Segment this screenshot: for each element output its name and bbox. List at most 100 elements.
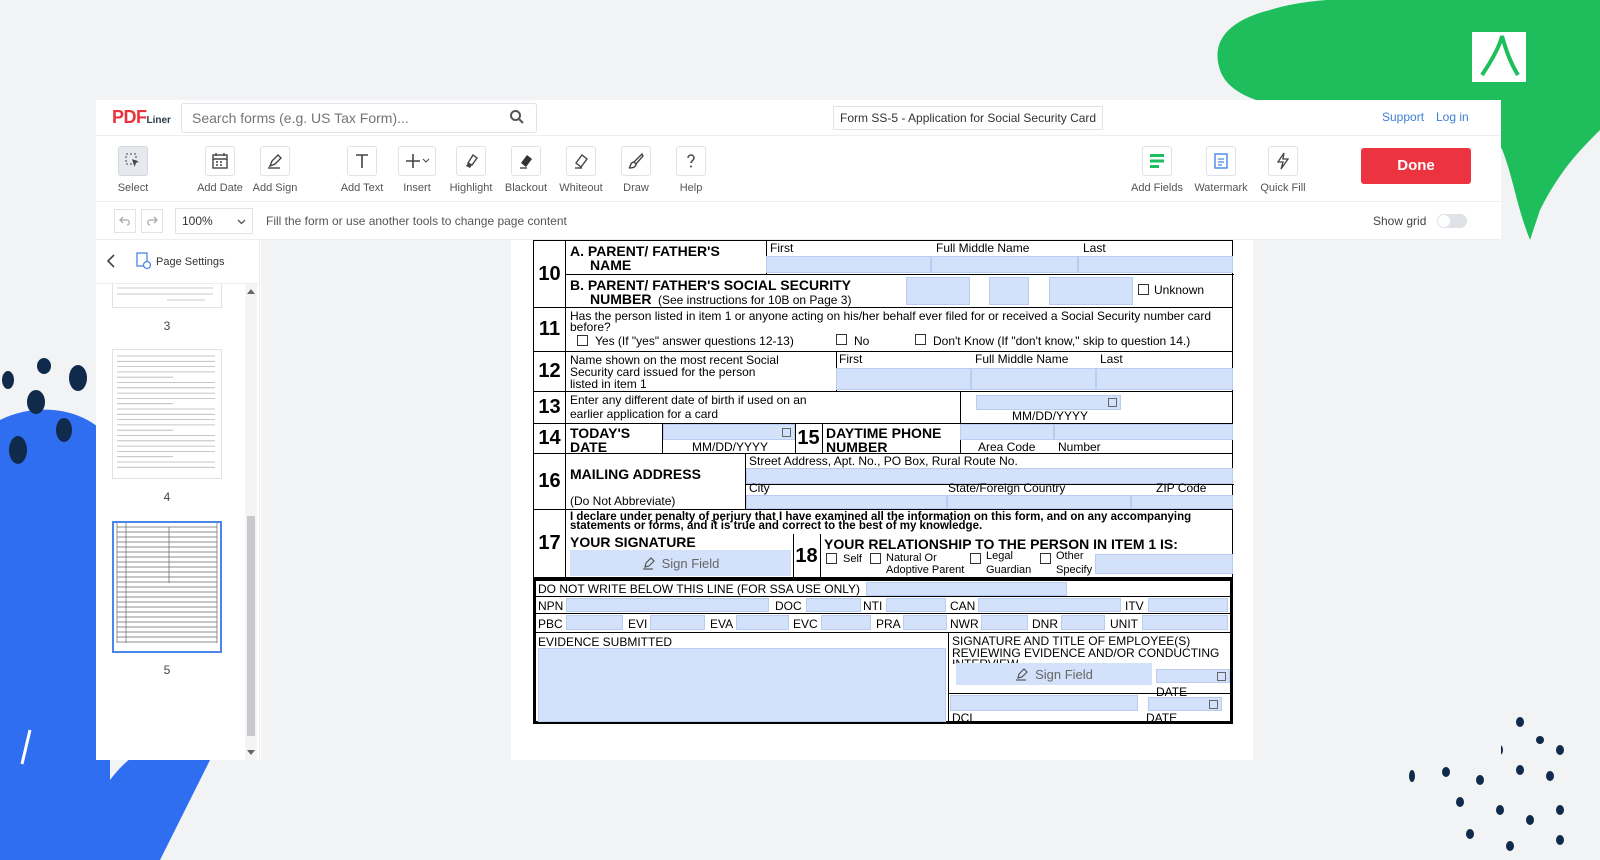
insert-tool[interactable]: Insert <box>387 146 447 194</box>
yes-checkbox[interactable] <box>577 335 588 346</box>
blackout-tool[interactable]: Blackout <box>496 146 556 194</box>
guardian-checkbox[interactable] <box>970 553 981 564</box>
page-thumbnail-3[interactable] <box>112 284 222 308</box>
ssn-part2-field[interactable] <box>989 277 1029 305</box>
todays-date-field[interactable] <box>663 424 795 440</box>
ssa-header-field[interactable] <box>866 582 1067 596</box>
evidence-field[interactable] <box>538 648 946 722</box>
diff-dob-field[interactable] <box>976 395 1121 410</box>
nti-field[interactable] <box>886 598 946 612</box>
whiteout-label: Whiteout <box>559 182 603 194</box>
self-checkbox[interactable] <box>826 553 837 564</box>
daytime-phone-label: DAYTIME PHONE <box>826 425 942 441</box>
yes-label: Yes (If "yes" answer questions 12-13) <box>595 334 794 348</box>
redo-button[interactable] <box>141 209 163 233</box>
calendar-icon[interactable] <box>1217 672 1226 681</box>
add-date-tool[interactable]: Add Date <box>190 146 250 194</box>
watermark-tool[interactable]: Watermark <box>1191 146 1251 194</box>
filed-before-question-2: before? <box>570 320 611 334</box>
unit-field[interactable] <box>1142 615 1228 630</box>
no-checkbox[interactable] <box>836 334 847 345</box>
prev-first-name-field[interactable] <box>836 368 971 390</box>
pdf-page: 10 A. PARENT/ FATHER'S NAME First Full M… <box>511 240 1253 760</box>
calendar-icon[interactable] <box>1108 398 1117 407</box>
evi-field[interactable] <box>650 615 705 630</box>
employee-date-field[interactable] <box>1156 669 1230 683</box>
area-code-field[interactable] <box>960 424 1054 440</box>
page-settings-button[interactable]: Page Settings <box>136 252 225 270</box>
select-tool[interactable]: Select <box>103 146 163 194</box>
search-icon[interactable] <box>509 109 525 125</box>
city-field[interactable] <box>746 495 947 509</box>
unknown-checkbox[interactable] <box>1138 284 1149 295</box>
add-sign-tool[interactable]: Add Sign <box>245 146 305 194</box>
quick-fill-tool[interactable]: Quick Fill <box>1253 146 1313 194</box>
no-abbrev-label: (Do Not Abbreviate) <box>570 494 676 508</box>
highlight-tool[interactable]: Highlight <box>441 146 501 194</box>
itv-field[interactable] <box>1148 598 1228 612</box>
help-tool[interactable]: Help <box>661 146 721 194</box>
parent-checkbox[interactable] <box>870 553 881 564</box>
whiteout-tool[interactable]: Whiteout <box>551 146 611 194</box>
add-fields-tool[interactable]: Add Fields <box>1127 146 1187 194</box>
date-label-2: DATE <box>1146 711 1178 725</box>
employee-sign-field[interactable]: Sign Field <box>956 663 1152 685</box>
filed-before-question: Has the person listed in item 1 or anyon… <box>570 309 1212 323</box>
login-link[interactable]: Log in <box>1436 110 1469 124</box>
calendar-icon[interactable] <box>782 428 791 437</box>
prev-middle-name-field[interactable] <box>971 368 1096 390</box>
dcl-field[interactable] <box>950 695 1138 711</box>
calendar-icon[interactable] <box>1209 700 1218 709</box>
sidebar-scrollbar[interactable] <box>245 284 257 760</box>
eva-field[interactable] <box>736 615 789 630</box>
undo-button[interactable] <box>114 209 136 233</box>
done-button[interactable]: Done <box>1361 148 1471 184</box>
todays-date-label-2: DATE <box>570 439 608 455</box>
applicant-sign-field[interactable]: Sign Field <box>570 550 791 576</box>
page-thumbnail-4[interactable] <box>112 349 222 479</box>
ssa-use-section: DO NOT WRITE BELOW THIS LINE (FOR SSA US… <box>533 578 1233 724</box>
doc-field[interactable] <box>806 598 861 612</box>
other-specify-field[interactable] <box>1095 554 1233 574</box>
phone-number-field[interactable] <box>1054 424 1233 440</box>
show-grid-toggle[interactable] <box>1437 214 1467 228</box>
prev-last-name-field[interactable] <box>1096 368 1233 390</box>
pra-field[interactable] <box>903 615 947 630</box>
support-link[interactable]: Support <box>1382 110 1424 124</box>
dnr-field[interactable] <box>1061 615 1105 630</box>
item-number: 10 <box>534 241 566 307</box>
search-input[interactable] <box>181 103 537 133</box>
evc-field[interactable] <box>821 615 871 630</box>
zoom-select[interactable]: 100% <box>175 208 253 234</box>
parent-last-name-field[interactable] <box>1078 256 1233 273</box>
page-number-4: 4 <box>163 490 171 504</box>
parent-name-label: A. PARENT/ FATHER'S <box>570 243 720 259</box>
form-row-17-18: 17 I declare under penalty of perjury th… <box>533 510 1233 578</box>
ssn-part1-field[interactable] <box>906 277 970 305</box>
draw-tool[interactable]: Draw <box>606 146 666 194</box>
scrollbar-thumb[interactable] <box>247 516 255 736</box>
npn-field[interactable] <box>566 598 769 612</box>
collapse-sidebar-button[interactable] <box>106 254 116 273</box>
form-row-13: 13 Enter any different date of birth if … <box>533 392 1233 424</box>
dont-know-checkbox[interactable] <box>915 334 926 345</box>
page-thumbnail-5[interactable] <box>112 521 222 653</box>
page-number-3: 3 <box>163 319 171 333</box>
ssn-part3-field[interactable] <box>1049 277 1133 305</box>
can-field[interactable] <box>978 598 1121 612</box>
add-text-tool[interactable]: Add Text <box>332 146 392 194</box>
other-checkbox[interactable] <box>1040 553 1051 564</box>
dcl-date-field[interactable] <box>1148 697 1222 711</box>
unit-label: UNIT <box>1110 617 1138 631</box>
state-field[interactable] <box>947 495 1131 509</box>
eva-label: EVA <box>710 617 734 631</box>
parent-middle-name-field[interactable] <box>931 256 1078 273</box>
app-window: PDFLiner Form SS-5 - Application for Soc… <box>96 100 1501 760</box>
pbc-field[interactable] <box>566 615 623 630</box>
logo[interactable]: PDFLiner <box>112 107 171 128</box>
zip-field[interactable] <box>1131 495 1233 509</box>
parent-first-name-field[interactable] <box>766 256 931 273</box>
your-signature-label: YOUR SIGNATURE <box>570 534 696 550</box>
nwr-field[interactable] <box>981 615 1028 630</box>
add-fields-icon <box>1150 154 1164 168</box>
